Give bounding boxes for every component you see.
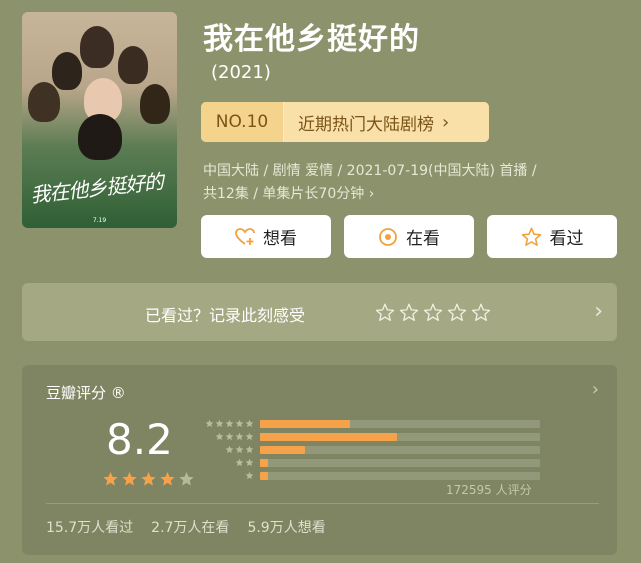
small-star-icon <box>215 432 224 441</box>
rate-star-icon[interactable] <box>447 303 467 322</box>
bar-star-label <box>198 419 254 428</box>
meta-line-2: 共12集 / 单集片长70分钟 › <box>203 186 375 202</box>
rating-stars <box>102 471 195 487</box>
rating-distribution <box>198 417 540 482</box>
meta-line-1: 中国大陆 / 剧情 爱情 / 2021-07-19(中国大陆) 首播 / <box>203 163 537 179</box>
small-star-icon <box>235 419 244 428</box>
rating-bar-row <box>198 417 540 430</box>
audience-stats: 15.7万人看过 2.7万人在看 5.9万人想看 <box>46 517 326 537</box>
filled-star-icon <box>103 472 118 486</box>
bar-star-label <box>198 445 254 454</box>
page-title: 我在他乡挺好的 <box>203 22 420 57</box>
watched-count[interactable]: 15.7万人看过 <box>46 517 133 537</box>
small-star-icon <box>205 419 214 428</box>
rank-list-label: 近期热门大陆剧榜 <box>298 114 434 135</box>
poster-title: 我在他乡挺好的 <box>29 169 165 208</box>
star-outline-icon <box>521 227 542 247</box>
ranking-badge[interactable]: NO.10 近期热门大陆剧榜 › <box>201 102 489 142</box>
rating-bar-track <box>260 458 540 467</box>
rating-count: 172595 人评分 <box>446 483 532 497</box>
rating-bar-track <box>260 419 540 428</box>
watching-label: 在看 <box>406 229 440 249</box>
small-star-icon <box>235 445 244 454</box>
rate-star-icon[interactable] <box>471 303 491 322</box>
chevron-right-icon[interactable]: › <box>592 379 599 400</box>
divider <box>46 503 599 504</box>
rate-star-icon[interactable] <box>423 303 443 322</box>
douban-rating-panel[interactable]: 豆瓣评分 ® › 8.2 172595 人评分 15.7万人看过 2.7万人在看… <box>22 365 617 555</box>
release-year: (2021) <box>211 62 271 83</box>
small-star-icon <box>245 445 254 454</box>
rating-label: 豆瓣评分 ® <box>46 384 126 402</box>
small-star-icon <box>215 419 224 428</box>
chevron-right-icon: › <box>442 111 450 133</box>
watched-label: 看过 <box>549 229 584 249</box>
rating-bar-fill <box>260 471 269 480</box>
small-star-icon <box>235 432 244 441</box>
bar-star-label <box>198 432 254 441</box>
record-feeling-bar[interactable]: 已看过？记录此刻感受 › <box>22 283 617 341</box>
want-label: 想看 <box>263 229 297 249</box>
small-star-icon <box>245 471 254 480</box>
watched-button[interactable]: 看过 <box>487 215 617 258</box>
heart-plus-icon <box>235 227 255 246</box>
rating-bar-fill <box>260 458 269 467</box>
poster-image[interactable]: 我在他乡挺好的 7.19 <box>22 12 177 228</box>
small-star-icon <box>245 432 254 441</box>
rating-bar-row <box>198 456 540 469</box>
watching-button[interactable]: 在看 <box>344 215 474 258</box>
target-icon <box>378 227 398 247</box>
small-star-icon <box>225 419 234 428</box>
rate-star-icon[interactable] <box>375 303 395 322</box>
rating-bar-track <box>260 432 540 441</box>
small-star-icon <box>245 419 254 428</box>
filled-star-icon <box>141 472 156 486</box>
rating-bar-fill <box>260 445 305 454</box>
poster-date: 7.19 <box>92 217 107 224</box>
rating-bar-fill <box>260 419 350 428</box>
bar-star-label <box>198 458 254 467</box>
bar-star-label <box>198 471 254 480</box>
rating-score: 8.2 <box>106 415 173 464</box>
small-star-icon <box>225 445 234 454</box>
rating-bar-row <box>198 430 540 443</box>
rating-bar-track <box>260 471 540 480</box>
movie-meta[interactable]: 中国大陆 / 剧情 爱情 / 2021-07-19(中国大陆) 首播 / 共12… <box>203 160 623 206</box>
poster-cast-art <box>22 22 177 162</box>
rating-bar-fill <box>260 432 398 441</box>
empty-star-icon <box>179 472 194 486</box>
rank-list-name: 近期热门大陆剧榜 › <box>284 102 489 142</box>
rank-number: NO.10 <box>201 102 284 142</box>
rating-bar-row <box>198 443 540 456</box>
rate-stars[interactable] <box>375 303 491 322</box>
want-count[interactable]: 5.9万人想看 <box>247 517 325 537</box>
filled-star-icon <box>122 472 137 486</box>
small-star-icon <box>225 432 234 441</box>
record-feeling-text: 已看过？记录此刻感受 <box>145 306 306 325</box>
watching-count[interactable]: 2.7万人在看 <box>151 517 229 537</box>
small-star-icon <box>245 458 254 467</box>
want-to-watch-button[interactable]: 想看 <box>201 215 331 258</box>
filled-star-icon <box>160 472 175 486</box>
rating-bar-track <box>260 445 540 454</box>
chevron-right-icon[interactable]: › <box>594 299 603 324</box>
small-star-icon <box>235 458 244 467</box>
rate-star-icon[interactable] <box>399 303 419 322</box>
